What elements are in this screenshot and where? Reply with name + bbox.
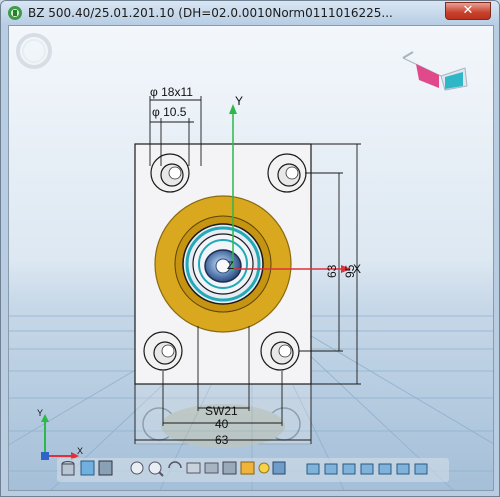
shaded-icon[interactable] bbox=[272, 461, 286, 475]
window-title: BZ 500.40/25.01.201.10 (DH=02.0.0010Norm… bbox=[28, 6, 393, 20]
close-icon: ✕ bbox=[462, 3, 474, 18]
dim-hole-counterbore: φ 18x11 bbox=[150, 85, 193, 99]
view-iso-icon[interactable] bbox=[306, 463, 320, 475]
axis-z-label: Z bbox=[227, 260, 234, 272]
view-top-icon[interactable] bbox=[396, 463, 410, 475]
window-bottom-frame bbox=[1, 491, 499, 496]
dim-width-inner: 40 bbox=[215, 417, 229, 431]
mini-axis-x-label: X bbox=[77, 446, 83, 456]
mounting-hole-top-right bbox=[267, 153, 307, 193]
3d-viewport[interactable]: Y X Z φ 18x11 φ 10.5 63 95 SW21 40 63 Y … bbox=[8, 25, 494, 491]
mini-axis-y-label: Y bbox=[37, 408, 43, 418]
dim-width-flats: SW21 bbox=[205, 404, 238, 418]
cube-dark-icon[interactable] bbox=[98, 460, 113, 476]
pan-icon[interactable] bbox=[186, 462, 201, 474]
render-icon[interactable] bbox=[240, 461, 255, 475]
view-bottom-icon[interactable] bbox=[414, 463, 428, 475]
mounting-hole-bottom-right bbox=[260, 331, 300, 371]
cube-icon[interactable] bbox=[80, 460, 95, 476]
zoom-extents-icon[interactable] bbox=[130, 461, 144, 475]
dim-height-inner: 63 bbox=[325, 264, 339, 278]
view-left-icon[interactable] bbox=[360, 463, 374, 475]
view-back-icon[interactable] bbox=[342, 463, 356, 475]
flange bbox=[154, 195, 292, 333]
view-right-icon[interactable] bbox=[378, 463, 392, 475]
dim-hole-diameter: φ 10.5 bbox=[152, 105, 187, 119]
cylinder-icon[interactable] bbox=[61, 461, 75, 476]
measure-icon[interactable] bbox=[204, 462, 219, 474]
title-bar[interactable]: BZ 500.40/25.01.201.10 (DH=02.0.0010Norm… bbox=[1, 1, 499, 25]
mounting-hole-bottom-left bbox=[143, 331, 183, 371]
axis-y-label: Y bbox=[235, 94, 243, 108]
viewer-window: BZ 500.40/25.01.201.10 (DH=02.0.0010Norm… bbox=[0, 0, 500, 497]
view-front-icon[interactable] bbox=[324, 463, 338, 475]
app-icon bbox=[8, 6, 22, 20]
section-icon[interactable] bbox=[222, 461, 237, 475]
light-icon[interactable] bbox=[258, 462, 270, 474]
dim-height-outer: 95 bbox=[343, 264, 357, 278]
mounting-hole-top-left bbox=[150, 153, 190, 193]
view-toolbar bbox=[57, 458, 449, 482]
dim-width-outer: 63 bbox=[215, 433, 229, 447]
close-button[interactable]: ✕ bbox=[445, 2, 491, 20]
